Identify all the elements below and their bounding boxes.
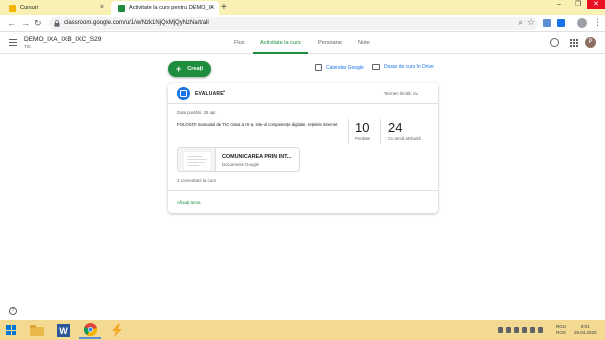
close-tab-icon[interactable]: × — [210, 4, 214, 12]
stat-assigned[interactable]: 24 Cu temă atribuită — [388, 121, 421, 141]
clock[interactable]: 9:01 29.04.2020 — [574, 324, 597, 336]
browser-toolbar: ← → ↻ classroom.google.com/u/1/w/Nzk1NjQ… — [0, 15, 605, 32]
hamburger-menu-icon[interactable] — [9, 39, 17, 46]
drive-link-label: Dosar de curs în Drive — [384, 64, 434, 70]
attachment-title: COMUNICAREA PRIN INT... — [222, 154, 292, 160]
extension-icon[interactable] — [543, 19, 551, 27]
stat-label: Cu temă atribuită — [388, 136, 421, 141]
chrome-icon[interactable] — [79, 321, 101, 339]
tab-note[interactable]: Note — [358, 40, 370, 46]
extension-icon[interactable] — [557, 19, 565, 27]
word-icon[interactable]: W — [52, 321, 74, 339]
app-lightning-icon[interactable] — [106, 321, 128, 339]
gear-icon[interactable] — [550, 38, 559, 47]
lock-icon — [54, 20, 60, 27]
clock-date: 29.04.2020 — [574, 330, 597, 335]
folder-icon — [372, 64, 380, 70]
class-subtitle: TIC — [24, 44, 32, 49]
browser-menu-icon[interactable]: ⋮ — [593, 17, 602, 28]
windows-start-icon[interactable] — [6, 325, 16, 335]
class-title[interactable]: DEMO_IXA_IXB_IXC_S29 — [24, 36, 101, 43]
address-bar[interactable]: classroom.google.com/u/1/w/Nzk1NjQxMjQyN… — [49, 17, 538, 30]
browser-tab-activitate[interactable]: Activitate la curs pentru DEMO_IX × — [111, 1, 219, 15]
assignment-header[interactable]: EVALUARE ▪ Termen limită: nu — [168, 83, 438, 104]
attachment-card[interactable]: COMUNICAREA PRIN INT... Documente Google — [177, 147, 300, 172]
input-language[interactable]: ROU ROS — [556, 324, 566, 336]
due-date: Termen limită: nu — [383, 91, 418, 96]
divider — [348, 119, 349, 144]
help-icon[interactable]: ? — [9, 307, 17, 315]
divider — [168, 190, 438, 191]
new-tab-button[interactable]: + — [221, 1, 227, 14]
active-tab-indicator — [253, 52, 308, 54]
stat-value: 10 — [355, 120, 370, 135]
restore-button[interactable]: ❐ — [569, 0, 587, 9]
classroom-favicon-icon — [118, 4, 125, 12]
browser-profile-avatar[interactable] — [577, 18, 587, 28]
divider — [380, 119, 381, 144]
document-thumbnail — [178, 148, 216, 171]
stat-turned-in[interactable]: 10 Predate — [355, 121, 370, 141]
keyboard-layout: ROS — [556, 330, 566, 335]
create-label: Creați — [187, 66, 204, 72]
search-icon[interactable]: ⌕ — [519, 18, 523, 28]
plus-icon: + — [175, 63, 182, 74]
class-comments-link[interactable]: 2 comentarii la curs — [177, 178, 216, 183]
tab-title: Activitate la curs pentru DEMO_IX — [129, 5, 214, 11]
apps-grid-icon[interactable] — [570, 39, 578, 47]
classroom-header: DEMO_IXA_IXB_IXC_S29 TIC Flux Activitate… — [0, 32, 605, 54]
tab-title: Cursuri — [20, 5, 39, 11]
tab-flux[interactable]: Flux — [234, 40, 245, 46]
browser-tab-cursuri[interactable]: Cursuri × — [2, 1, 109, 15]
assignment-instructions: FOLOSIȚI manualul de TIC clasa a IX-a, s… — [177, 122, 338, 127]
calendar-link[interactable]: Calendar Google — [315, 64, 364, 71]
stat-label: Predate — [355, 136, 371, 141]
drive-folder-link[interactable]: Dosar de curs în Drive — [372, 64, 434, 70]
posted-date: Data postării: 28 apr. — [177, 110, 217, 115]
tab-persoane[interactable]: Persoane — [318, 40, 342, 46]
calendar-link-label: Calendar Google — [326, 64, 364, 71]
taskbar: W ROU ROS 9:01 29.04.2020 — [0, 320, 605, 340]
create-button[interactable]: + Creați — [168, 61, 211, 77]
minimize-button[interactable]: – — [550, 0, 568, 9]
url-text: classroom.google.com/u/1/w/Nzk1NjQxMjQyN… — [64, 20, 209, 26]
tab-activitate-la-curs[interactable]: Activitate la curs — [260, 40, 301, 46]
forward-arrow-icon[interactable]: → — [21, 18, 30, 29]
stat-value: 24 — [388, 120, 403, 135]
system-tray[interactable] — [498, 327, 550, 333]
window-close-button[interactable]: ✕ — [587, 0, 605, 9]
close-tab-icon[interactable]: × — [100, 4, 104, 12]
browser-tab-strip: Cursuri × Activitate la curs pentru DEMO… — [0, 0, 605, 15]
bookmark-star-icon[interactable]: ☆ — [527, 17, 535, 28]
gmail-classroom-favicon-icon — [9, 4, 16, 12]
back-arrow-icon[interactable]: ← — [7, 18, 16, 29]
reload-icon[interactable]: ↻ — [34, 18, 42, 29]
assignment-card: EVALUARE ▪ Termen limită: nu Data postăr… — [168, 83, 438, 213]
assignment-icon — [177, 87, 190, 100]
calendar-icon — [315, 64, 322, 71]
view-assignment-link[interactable]: Afișați tema — [177, 200, 201, 205]
comment-icon: ▪ — [223, 89, 226, 95]
file-explorer-icon[interactable] — [26, 321, 48, 339]
avatar[interactable]: P — [585, 37, 596, 48]
assignment-title: EVALUARE — [195, 91, 224, 97]
svg-text:W: W — [59, 326, 68, 336]
attachment-type: Documente Google — [222, 162, 260, 167]
